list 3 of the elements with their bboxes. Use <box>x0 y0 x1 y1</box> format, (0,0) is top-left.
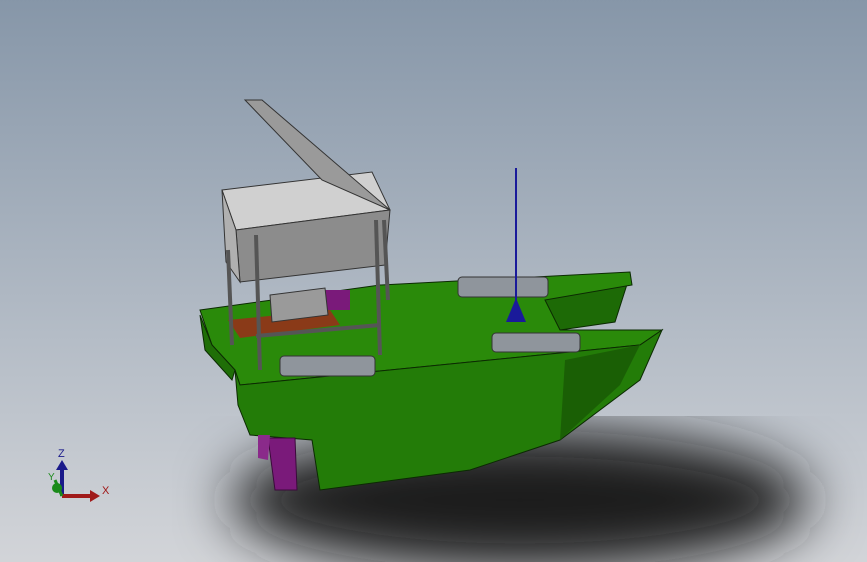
x-axis-label: X <box>102 485 110 497</box>
y-axis-label: Y <box>48 472 55 483</box>
z-axis-label: Z <box>58 448 65 460</box>
